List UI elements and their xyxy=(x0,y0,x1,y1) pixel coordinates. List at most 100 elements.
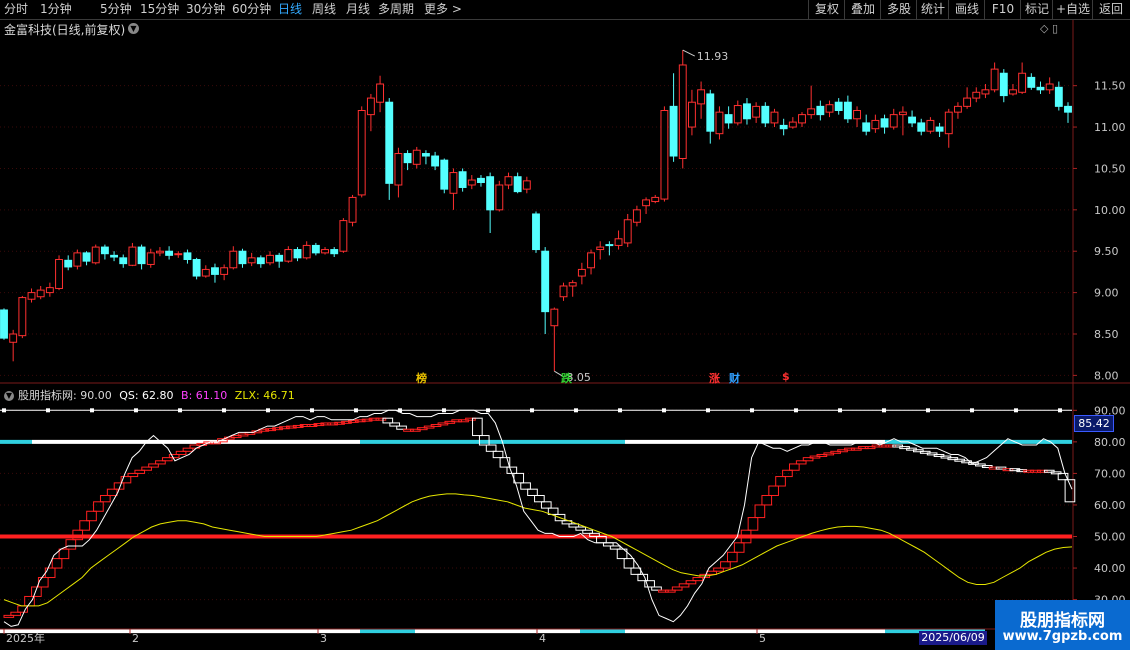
candle-body xyxy=(266,254,274,264)
ref-dot xyxy=(662,408,666,413)
marker-drop[interactable]: 跌 xyxy=(561,370,572,386)
ref-dot xyxy=(750,408,754,413)
qs-step-box xyxy=(58,548,70,560)
candle-body xyxy=(697,89,706,105)
price-axis: 8.00 8.50 9.00 9.50 10.00 10.50 11.00 11.50 xyxy=(1073,80,1126,382)
candle-body xyxy=(559,285,568,298)
marker-rise[interactable]: 涨 xyxy=(709,370,720,386)
qs-step-box xyxy=(472,417,483,437)
candle-body xyxy=(642,199,651,207)
candle-body xyxy=(522,180,531,190)
candle-body xyxy=(486,176,495,211)
price-tick-label: 10.00 xyxy=(1094,204,1126,217)
candle-body xyxy=(706,93,715,132)
candle-body xyxy=(1027,76,1036,88)
qs-step-box xyxy=(93,501,104,512)
candle-body xyxy=(183,252,192,260)
candle-body xyxy=(348,196,357,223)
indicator-qs: QS: 62.80 xyxy=(119,389,174,402)
candle-body xyxy=(477,177,485,184)
qs-step-box xyxy=(51,558,63,569)
watermark-url: www.7gpzb.com xyxy=(1002,629,1123,644)
candle-body xyxy=(550,308,559,327)
candle-body xyxy=(917,122,926,132)
candle-body xyxy=(9,333,18,343)
price-tick-label: 8.00 xyxy=(1094,369,1119,382)
candle-body xyxy=(577,268,586,277)
candle-body xyxy=(376,83,385,103)
qs-step-box xyxy=(527,488,538,496)
candle-body xyxy=(972,91,981,99)
candle-body xyxy=(467,179,476,186)
marker-dividend[interactable]: $ xyxy=(782,370,790,383)
candle-body xyxy=(174,253,183,256)
candle-body xyxy=(568,282,577,287)
candle-body xyxy=(834,101,843,111)
ref-dot xyxy=(90,408,94,413)
candle-body xyxy=(495,184,504,211)
candle-body xyxy=(247,257,256,264)
candle-body xyxy=(999,72,1008,97)
candle-body xyxy=(1009,89,1017,95)
candle-body xyxy=(275,254,284,262)
qs-step-box xyxy=(630,567,642,575)
qs-step-box xyxy=(534,494,545,503)
qs-step-box xyxy=(623,558,635,569)
candle-body xyxy=(614,238,623,246)
candle-body xyxy=(632,209,641,223)
ref-dot xyxy=(706,408,710,413)
candle-body xyxy=(724,114,733,124)
marker-finance[interactable]: 财 xyxy=(729,370,740,386)
candle-body xyxy=(302,244,311,259)
candle-body xyxy=(366,97,375,116)
current-value-badge: 85.42 xyxy=(1074,415,1114,432)
qs-step-box xyxy=(788,463,800,471)
candle-body xyxy=(155,250,164,254)
qs-step-box xyxy=(106,488,118,496)
indicator-tick-label: 80.00 xyxy=(1094,436,1126,449)
time-tick-label: 3 xyxy=(320,632,327,645)
candle-body xyxy=(339,220,348,252)
candle-body xyxy=(55,258,63,289)
candle-body xyxy=(110,254,119,258)
candle-body xyxy=(36,289,45,298)
watermark-title: 股朋指标网 xyxy=(1020,611,1105,631)
time-tick-label: 2025年 xyxy=(6,631,45,645)
qs-step-box xyxy=(520,482,531,490)
ref-dot xyxy=(1014,408,1018,413)
candle-body xyxy=(256,257,265,265)
candle-body xyxy=(82,252,91,262)
candle-body xyxy=(45,287,54,294)
high-price-label: 11.93 xyxy=(697,50,729,63)
candle-body xyxy=(1064,105,1072,113)
candle-body xyxy=(541,250,550,313)
indicator-zlx: ZLX: 46.71 xyxy=(234,389,295,402)
price-tick-label: 9.00 xyxy=(1094,287,1119,300)
marker-rank[interactable]: 榜 xyxy=(416,370,427,386)
candle-body xyxy=(394,153,403,186)
qs-step-box xyxy=(747,517,759,531)
candle-body xyxy=(91,246,100,264)
candle-body xyxy=(165,250,174,256)
qs-step-box xyxy=(720,561,731,569)
candle-body xyxy=(669,105,678,157)
candle-body xyxy=(825,104,834,113)
candle-body xyxy=(128,246,137,266)
candle-body xyxy=(871,119,880,130)
candle-body xyxy=(1018,72,1027,93)
candle-body xyxy=(733,105,742,124)
ref-dot xyxy=(574,408,578,413)
ref-dot xyxy=(530,408,534,413)
qs-step-box xyxy=(485,444,497,452)
date-badge: 2025/06/09 xyxy=(919,631,987,645)
candle-body xyxy=(944,111,953,135)
candle-body xyxy=(743,103,751,120)
chevron-down-icon[interactable]: ▼ xyxy=(4,391,14,401)
candle-body xyxy=(403,153,412,164)
candle-body xyxy=(504,176,513,186)
indicator-tick-label: 70.00 xyxy=(1094,467,1126,480)
indicator-tick-label: 50.00 xyxy=(1094,531,1126,544)
candle-body xyxy=(449,172,458,194)
qs-step-box xyxy=(79,520,90,531)
candle-body xyxy=(687,101,696,128)
